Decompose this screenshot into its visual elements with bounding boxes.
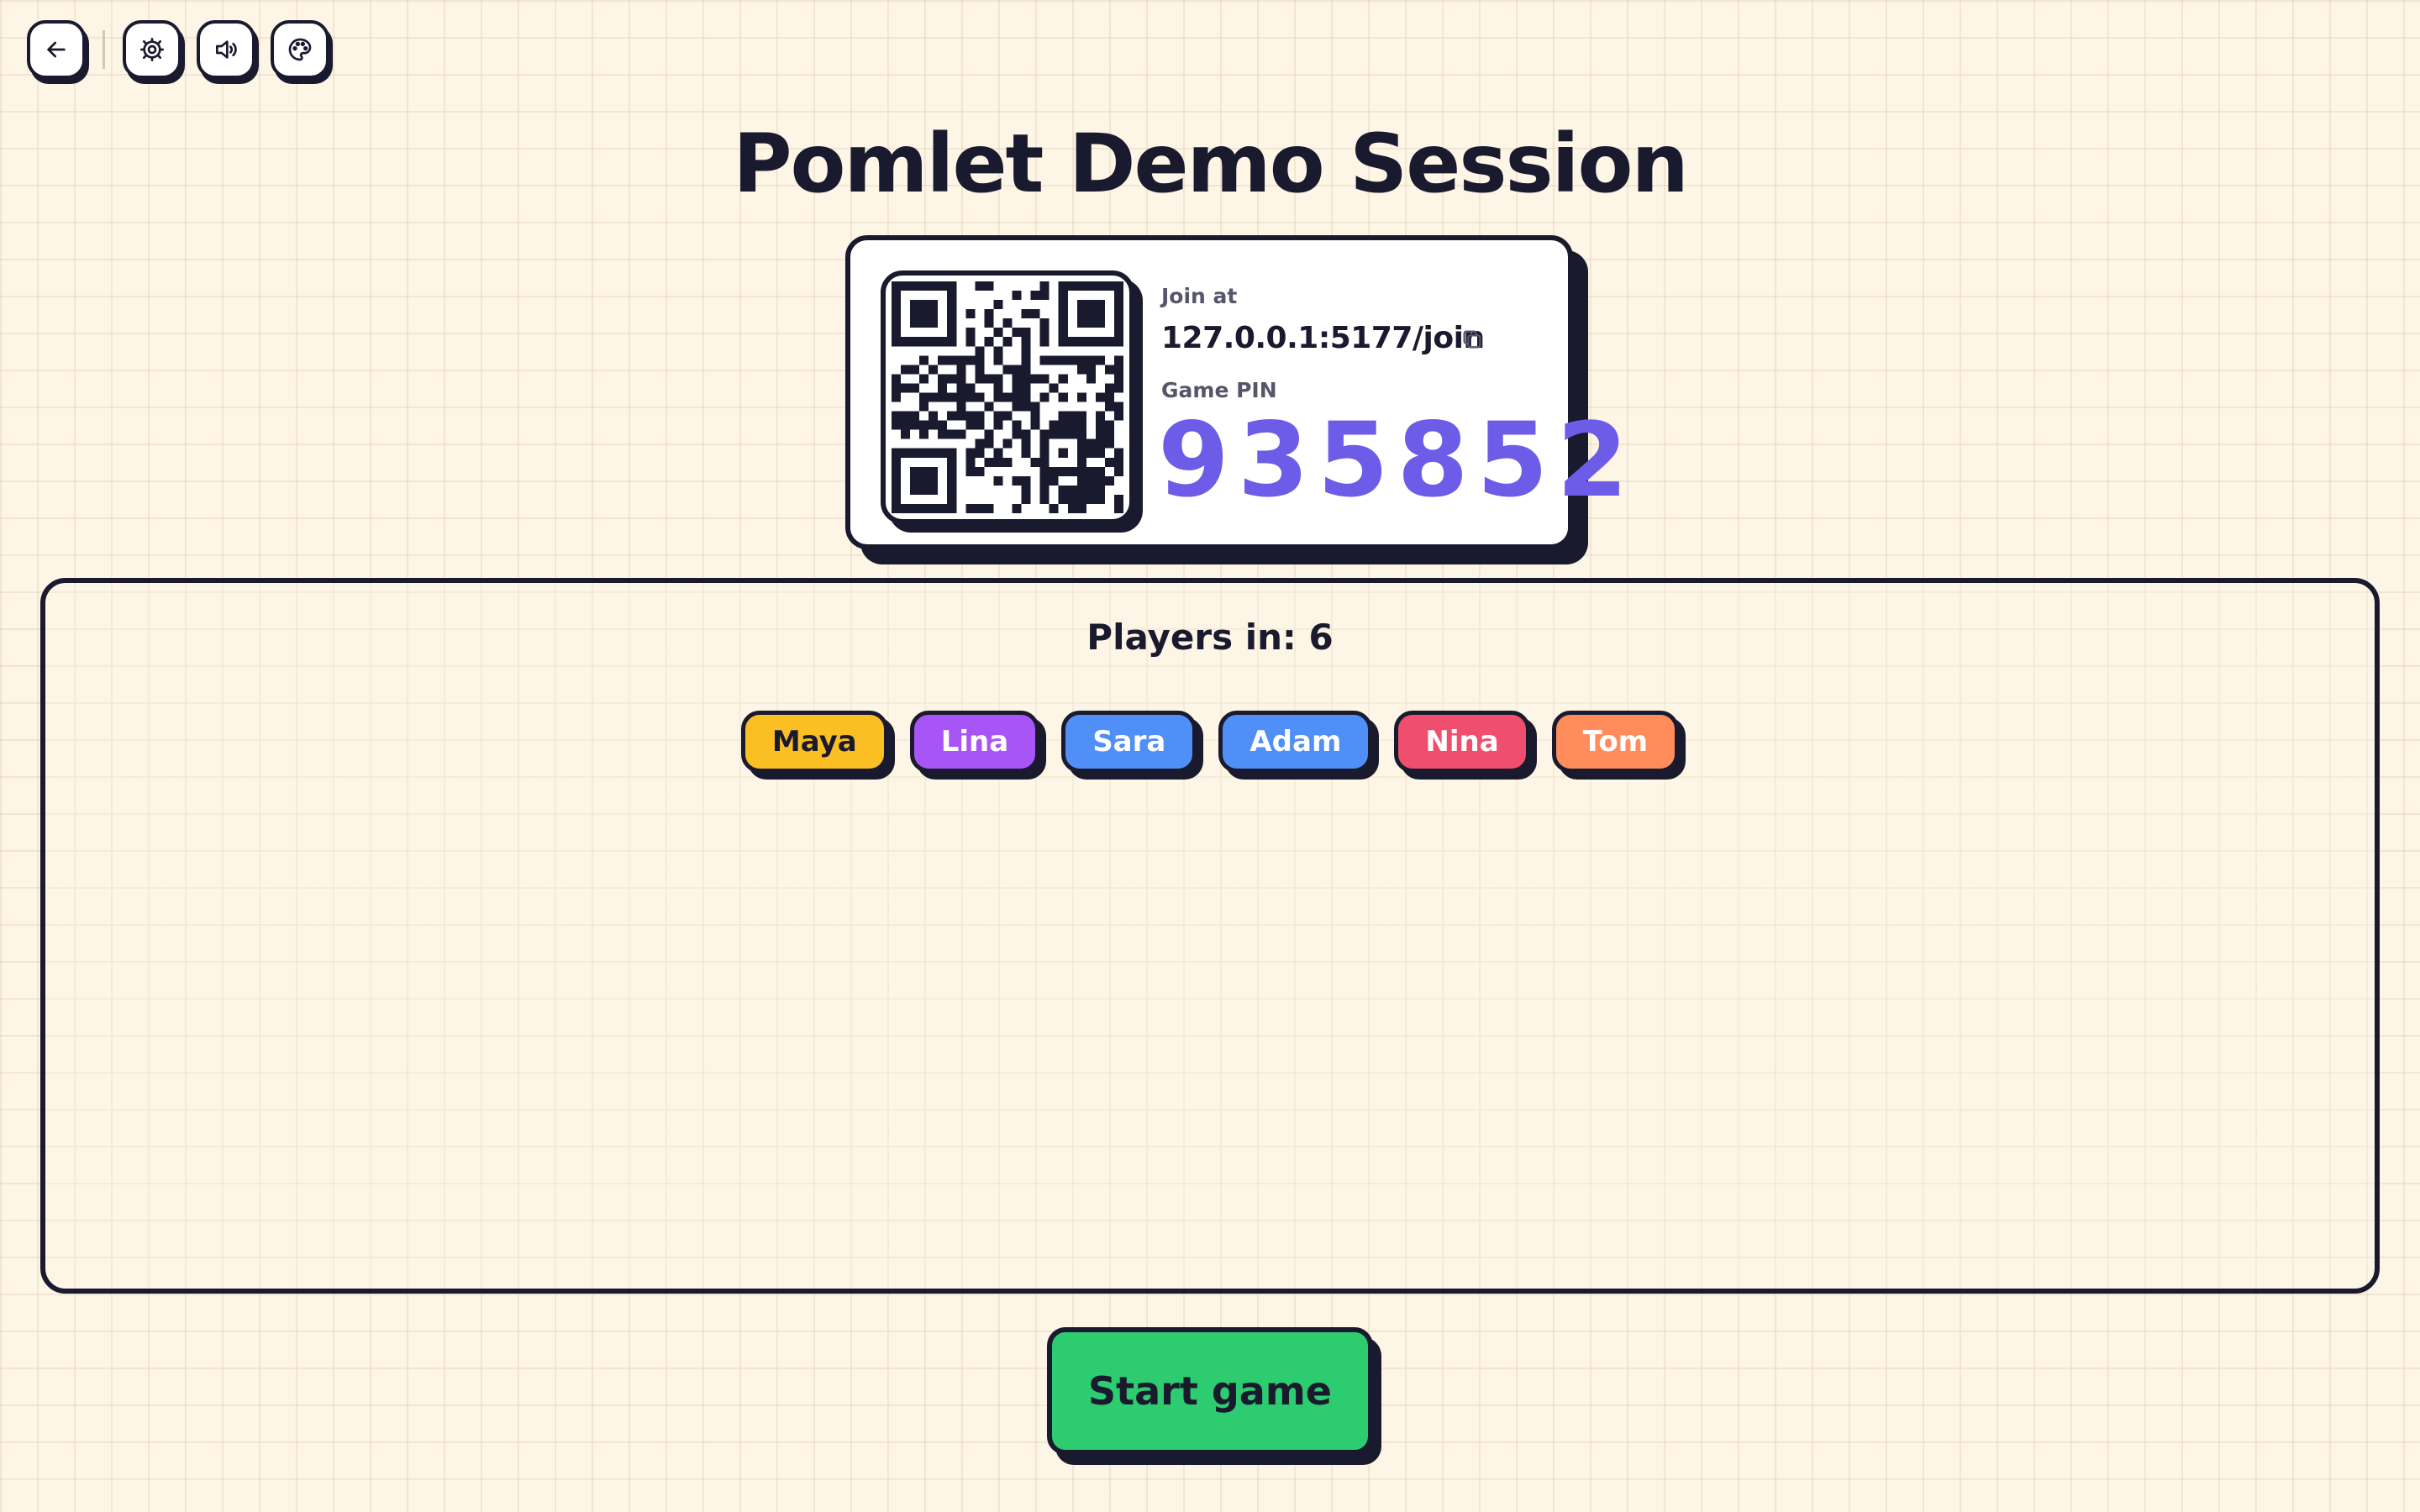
players-panel: Players in: 6 Maya Lina Sara Adam Nina Tom bbox=[40, 578, 2380, 1294]
toolbar-divider bbox=[103, 30, 105, 69]
page-title: Pomlet Demo Session bbox=[733, 117, 1689, 211]
gear-icon bbox=[140, 38, 164, 61]
start-game-button[interactable]: Start game bbox=[1047, 1327, 1373, 1455]
join-url: 127.0.0.1:5177/join bbox=[1161, 321, 1485, 355]
players-count: Players in: 6 bbox=[45, 617, 2375, 658]
qr-code bbox=[881, 270, 1134, 524]
player-chip-lina[interactable]: Lina bbox=[909, 711, 1040, 773]
sound-button[interactable] bbox=[197, 20, 255, 79]
join-label: Join at bbox=[1161, 284, 1238, 308]
player-chip-adam[interactable]: Adam bbox=[1218, 711, 1373, 773]
palette-icon bbox=[288, 38, 312, 61]
arrow-left-icon bbox=[47, 41, 66, 58]
player-chip-sara[interactable]: Sara bbox=[1061, 711, 1197, 773]
players-number: 6 bbox=[1308, 617, 1334, 658]
copy-url-button[interactable] bbox=[1457, 324, 1487, 354]
back-button[interactable] bbox=[27, 20, 86, 79]
speaker-icon bbox=[216, 40, 237, 59]
settings-button[interactable] bbox=[123, 20, 182, 79]
join-card: Join at 127.0.0.1:5177/join Game PIN 935… bbox=[845, 235, 1628, 549]
player-chip-tom[interactable]: Tom bbox=[1551, 711, 1680, 773]
game-pin: 935852 bbox=[1158, 401, 1637, 520]
player-chip-maya[interactable]: Maya bbox=[740, 711, 888, 773]
pin-label: Game PIN bbox=[1161, 378, 1277, 402]
copy-icon bbox=[1463, 330, 1481, 349]
theme-button[interactable] bbox=[271, 20, 329, 79]
player-chip-list: Maya Lina Sara Adam Nina Tom bbox=[45, 711, 2375, 773]
players-label: Players in: bbox=[1086, 617, 1297, 658]
qr-code-icon bbox=[892, 281, 1123, 513]
player-chip-nina[interactable]: Nina bbox=[1394, 711, 1530, 773]
